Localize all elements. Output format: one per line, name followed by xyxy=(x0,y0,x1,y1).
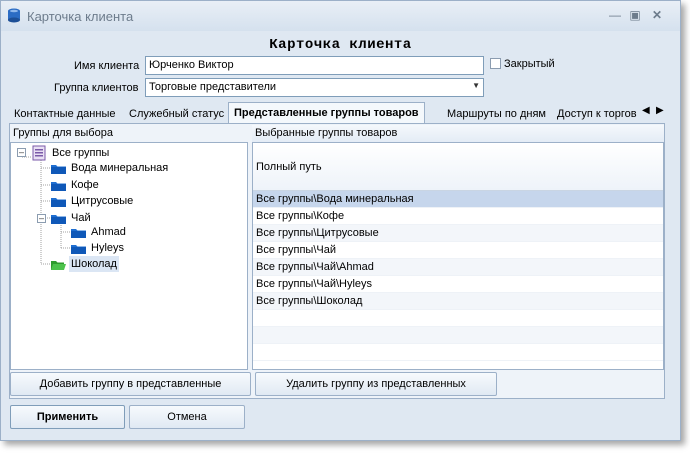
tab-daily-routes[interactable]: Маршруты по дням xyxy=(447,105,546,123)
folder-icon xyxy=(51,215,66,224)
window-title: Карточка клиента xyxy=(27,9,134,24)
table-row[interactable]: Все группы\Шоколад xyxy=(253,293,663,310)
folder-icon xyxy=(51,165,66,174)
client-group-select[interactable]: Торговые представители ▼ xyxy=(145,78,484,97)
table-row[interactable]: Все группы\Чай xyxy=(253,242,663,259)
tree-node-tea[interactable]: Чай xyxy=(71,210,91,226)
add-group-button[interactable]: Добавить группу в представленные xyxy=(10,372,251,396)
selected-groups-grid: Полный путь Все группы\Вода минеральная … xyxy=(252,142,664,370)
cancel-button[interactable]: Отмена xyxy=(129,405,245,429)
empty-row xyxy=(253,327,663,344)
empty-row xyxy=(253,344,663,361)
collapse-tea-icon[interactable]: – xyxy=(37,214,46,223)
table-row[interactable]: Все группы\Чай\Ahmad xyxy=(253,259,663,276)
title-bar: Карточка клиента — ▣ ✕ xyxy=(1,1,680,31)
collapse-all-groups-icon[interactable]: – xyxy=(17,148,26,157)
client-name-label: Имя клиента xyxy=(74,60,140,72)
tree-node-coffee[interactable]: Кофе xyxy=(71,177,99,193)
tab-contact-data[interactable]: Контактные данные xyxy=(14,105,115,123)
close-icon[interactable]: ✕ xyxy=(649,8,665,22)
client-name-input[interactable]: Юрченко Виктор xyxy=(145,56,484,75)
client-card-window: Карточка клиента — ▣ ✕ Карточка клиента … xyxy=(0,0,681,441)
remove-group-button[interactable]: Удалить группу из представленных xyxy=(255,372,497,396)
tab-scroll-left-icon[interactable]: ◀ xyxy=(642,105,650,116)
tree-node-all-groups[interactable]: Все группы xyxy=(52,145,109,161)
form-heading: Карточка клиента xyxy=(269,37,412,53)
apply-button[interactable]: Применить xyxy=(10,405,125,429)
table-row[interactable]: Все группы\Вода минеральная xyxy=(253,191,663,208)
right-pane-header: Выбранные группы товаров xyxy=(252,125,664,143)
tab-strip: Контактные данные Служебный статус Предс… xyxy=(10,102,672,125)
folder-icon xyxy=(51,198,66,207)
tree-node-citrus[interactable]: Цитрусовые xyxy=(71,193,133,209)
tree-node-mineral-water[interactable]: Вода минеральная xyxy=(71,160,168,176)
folder-icon xyxy=(71,229,86,238)
table-row[interactable]: Все группы\Кофе xyxy=(253,208,663,225)
tab-trade-access[interactable]: Доступ к торгов xyxy=(557,105,639,123)
maximize-icon[interactable]: ▣ xyxy=(627,8,643,22)
catalog-icon xyxy=(32,145,46,161)
folder-icon xyxy=(51,182,66,191)
closed-label: Закрытый xyxy=(504,58,555,70)
closed-checkbox[interactable] xyxy=(490,58,501,69)
tab-product-groups[interactable]: Представленные группы товаров xyxy=(228,102,425,124)
groups-tree: – Все группы Вода минеральная Кофе Цитру… xyxy=(10,142,248,370)
tree-node-hyleys[interactable]: Hyleys xyxy=(91,240,124,256)
open-folder-icon xyxy=(51,261,66,270)
client-group-label: Группа клиентов xyxy=(54,82,139,94)
folder-icon xyxy=(71,245,86,254)
table-row[interactable]: Все группы\Цитрусовые xyxy=(253,225,663,242)
tree-node-chocolate[interactable]: Шоколад xyxy=(69,256,119,272)
column-header-full-path[interactable]: Полный путь xyxy=(253,143,663,191)
tab-scroll-right-icon[interactable]: ▶ xyxy=(656,105,664,116)
client-group-value: Торговые представители xyxy=(149,81,277,93)
tab-service-status[interactable]: Служебный статус xyxy=(129,105,224,123)
tree-node-ahmad[interactable]: Ahmad xyxy=(91,224,126,240)
left-pane-header: Группы для выбора xyxy=(13,127,113,139)
empty-row xyxy=(253,310,663,327)
database-icon xyxy=(8,8,20,23)
minimize-icon[interactable]: — xyxy=(607,8,623,22)
table-row[interactable]: Все группы\Чай\Hyleys xyxy=(253,276,663,293)
chevron-down-icon[interactable]: ▼ xyxy=(472,81,480,90)
